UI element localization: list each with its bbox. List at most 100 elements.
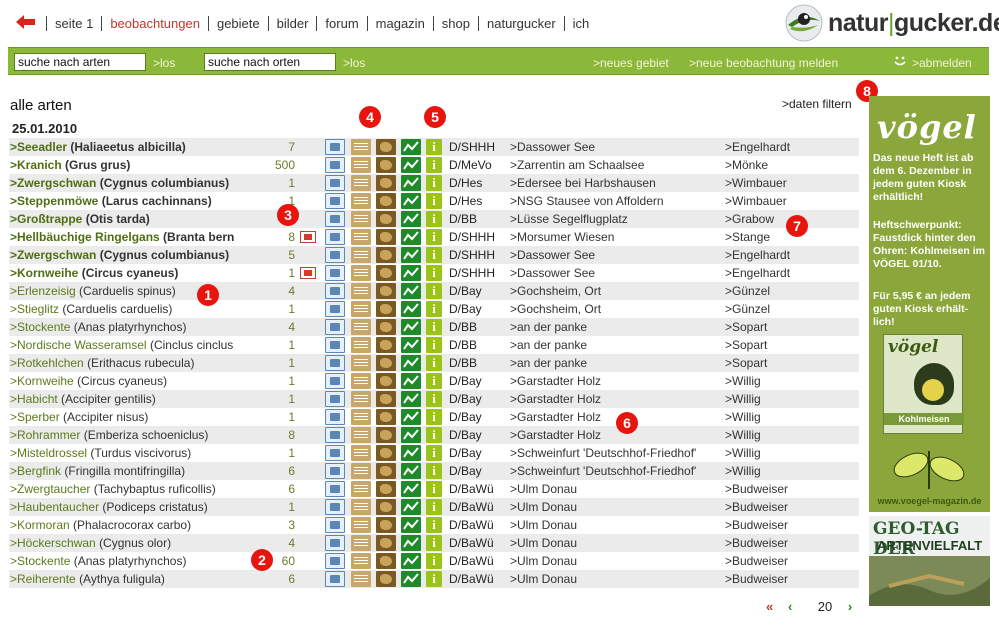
observer-link[interactable]: >Budweiser [725,480,788,498]
map-icon[interactable] [376,409,396,425]
photo-icon[interactable] [325,265,345,281]
map-icon[interactable] [376,463,396,479]
chart-icon[interactable] [401,517,421,533]
observer-link[interactable]: >Günzel [725,300,770,318]
map-icon[interactable] [376,139,396,155]
photo-icon[interactable] [325,175,345,191]
nav-item[interactable]: beobachtungen [101,16,208,31]
info-icon[interactable]: i [426,211,442,227]
notes-icon[interactable] [351,481,371,497]
map-icon[interactable] [376,337,396,353]
info-icon[interactable]: i [426,373,442,389]
notes-icon[interactable] [351,463,371,479]
info-icon[interactable]: i [426,463,442,479]
map-icon[interactable] [376,301,396,317]
location-link[interactable]: >an der panke [510,354,587,372]
observer-link[interactable]: >Stange [725,228,770,246]
chart-icon[interactable] [401,409,421,425]
notes-icon[interactable] [351,517,371,533]
chart-icon[interactable] [401,211,421,227]
location-link[interactable]: >Schweinfurt 'Deutschhof-Friedhof' [510,462,696,480]
observer-link[interactable]: >Engelhardt [725,138,790,156]
chart-icon[interactable] [401,139,421,155]
info-icon[interactable]: i [426,445,442,461]
map-icon[interactable] [376,499,396,515]
location-link[interactable]: >Zarrentin am Schaalsee [510,156,644,174]
species-link[interactable]: >Großtrappe (Otis tarda) [10,210,280,228]
chart-icon[interactable] [401,427,421,443]
notes-icon[interactable] [351,571,371,587]
chart-icon[interactable] [401,499,421,515]
map-icon[interactable] [376,247,396,263]
place-search-input[interactable] [204,53,336,71]
observer-link[interactable]: >Engelhardt [725,264,790,282]
location-link[interactable]: >Gochsheim, Ort [510,300,601,318]
location-link[interactable]: >Ulm Donau [510,534,577,552]
photo-icon[interactable] [325,499,345,515]
map-icon[interactable] [376,391,396,407]
info-icon[interactable]: i [426,265,442,281]
observer-link[interactable]: >Budweiser [725,498,788,516]
media-badge-icon[interactable] [300,231,316,243]
chart-icon[interactable] [401,229,421,245]
photo-icon[interactable] [325,157,345,173]
species-link[interactable]: >Zwergschwan (Cygnus columbianus) [10,246,280,264]
chart-icon[interactable] [401,553,421,569]
photo-icon[interactable] [325,139,345,155]
notes-icon[interactable] [351,373,371,389]
logout-link[interactable]: >abmelden [912,56,972,70]
photo-icon[interactable] [325,553,345,569]
notes-icon[interactable] [351,265,371,281]
map-icon[interactable] [376,211,396,227]
chart-icon[interactable] [401,175,421,191]
map-icon[interactable] [376,553,396,569]
nav-item[interactable]: ich [563,16,598,31]
species-link[interactable]: >Stieglitz (Carduelis carduelis) [10,300,280,318]
next-page-button[interactable]: › [840,599,860,614]
observer-link[interactable]: >Willig [725,390,761,408]
chart-icon[interactable] [401,283,421,299]
notes-icon[interactable] [351,535,371,551]
species-link[interactable]: >Kranich (Grus grus) [10,156,280,174]
info-icon[interactable]: i [426,535,442,551]
info-icon[interactable]: i [426,517,442,533]
photo-icon[interactable] [325,373,345,389]
map-icon[interactable] [376,265,396,281]
location-link[interactable]: >Ulm Donau [510,516,577,534]
photo-icon[interactable] [325,337,345,353]
notes-icon[interactable] [351,391,371,407]
notes-icon[interactable] [351,319,371,335]
location-link[interactable]: >Ulm Donau [510,552,577,570]
nav-item[interactable]: naturgucker [478,16,564,31]
info-icon[interactable]: i [426,553,442,569]
chart-icon[interactable] [401,265,421,281]
observer-link[interactable]: >Willig [725,462,761,480]
info-icon[interactable]: i [426,571,442,587]
observer-link[interactable]: >Sopart [725,318,767,336]
media-badge-icon[interactable] [300,267,316,279]
species-link[interactable]: >Habicht (Accipiter gentilis) [10,390,280,408]
observer-link[interactable]: >Budweiser [725,516,788,534]
observer-link[interactable]: >Budweiser [725,534,788,552]
chart-icon[interactable] [401,247,421,263]
photo-icon[interactable] [325,535,345,551]
species-link[interactable]: >Zwergtaucher (Tachybaptus ruficollis) [10,480,280,498]
photo-icon[interactable] [325,481,345,497]
location-link[interactable]: >Garstadter Holz [510,426,601,444]
notes-icon[interactable] [351,445,371,461]
species-link[interactable]: >Rohrammer (Emberiza schoeniclus) [10,426,280,444]
location-link[interactable]: >Lüsse Segelflugplatz [510,210,628,228]
species-search-input[interactable] [14,53,146,71]
observer-link[interactable]: >Budweiser [725,552,788,570]
notes-icon[interactable] [351,157,371,173]
location-link[interactable]: >Dassower See [510,138,595,156]
nav-item[interactable]: forum [316,16,366,31]
new-observation-link[interactable]: >neue beobachtung melden [689,56,838,70]
info-icon[interactable]: i [426,283,442,299]
chart-icon[interactable] [401,337,421,353]
location-link[interactable]: >Gochsheim, Ort [510,282,601,300]
chart-icon[interactable] [401,481,421,497]
map-icon[interactable] [376,427,396,443]
voegel-magazine-ad[interactable]: vögel Das neue Heft ist ab dem 6. Dezemb… [869,96,990,512]
place-search-go-link[interactable]: >los [343,56,365,70]
